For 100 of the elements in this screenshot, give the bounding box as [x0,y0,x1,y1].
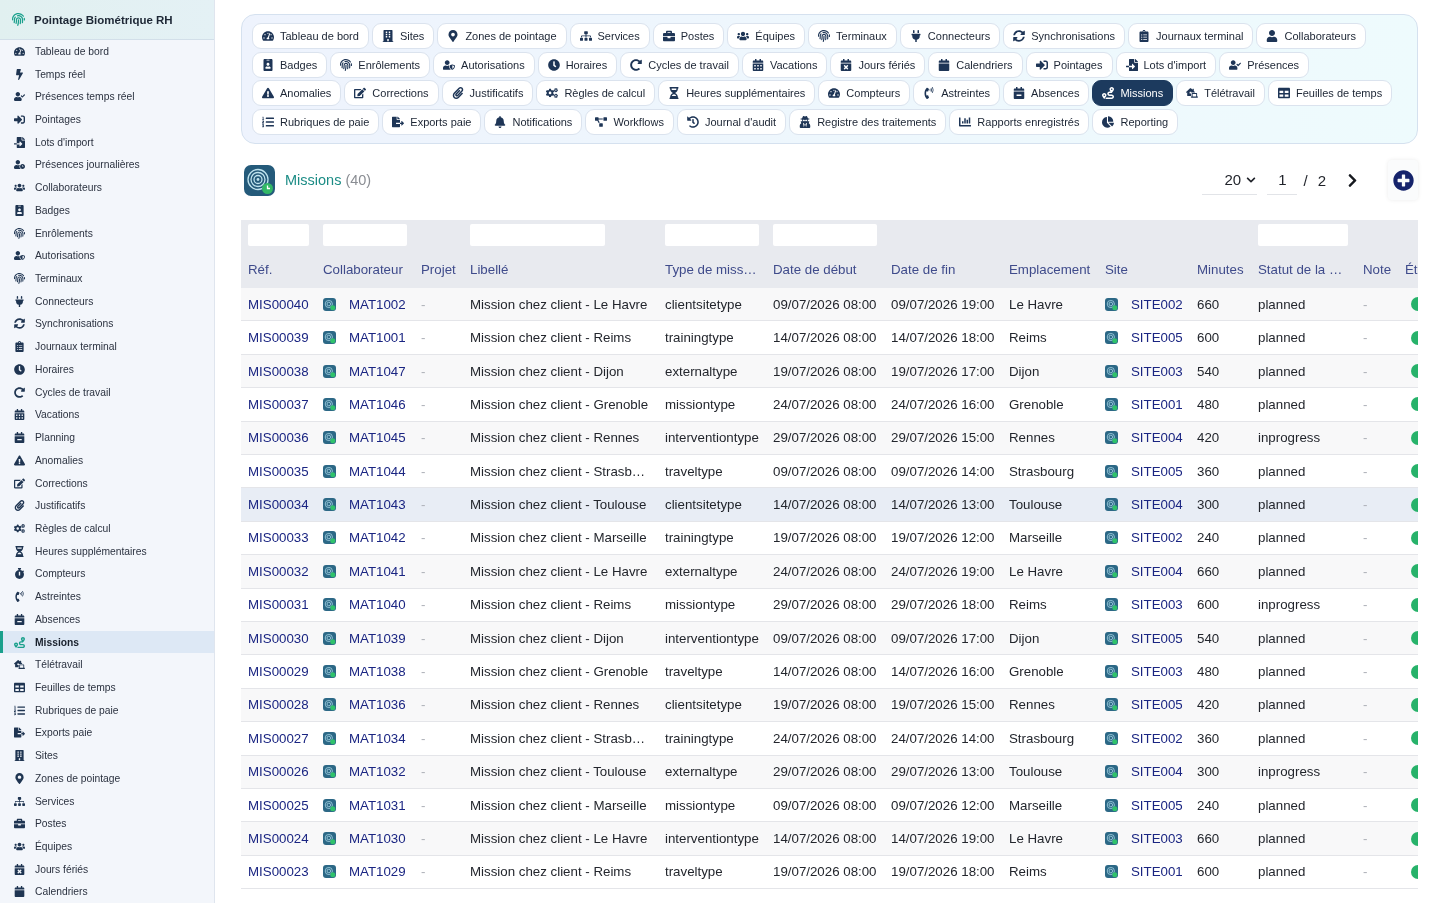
table-row[interactable]: MIS00024 MAT1030 - Mission chez client - Le Havre interventiontype 14/07/2026 08:00 14/07/2026 19:00 Le Havre SITE003 660 planned - [241,822,1418,856]
mission-link[interactable]: MIS00026 [248,764,309,780]
site-link[interactable]: SITE002 [1131,530,1183,546]
collaborator-link[interactable]: MAT1032 [349,764,406,780]
add-button[interactable] [1388,160,1418,201]
module-tab[interactable]: Calendriers [928,51,1023,78]
collaborator-link[interactable]: MAT1036 [349,697,406,713]
module-tab[interactable]: Journaux terminal [1128,23,1254,49]
mission-link[interactable]: MIS00031 [248,597,309,613]
site-link[interactable]: SITE003 [1131,831,1183,846]
collaborator-link[interactable]: MAT1046 [349,396,406,412]
sidebar-item[interactable]: Rubriques de paie [0,698,214,722]
sidebar-item[interactable]: Justificatifs [0,494,214,518]
module-tab[interactable]: Collaborateurs [1256,23,1366,49]
mission-link[interactable]: MIS00023 [248,864,309,880]
module-tab[interactable]: Terminaux [808,23,897,49]
mission-link[interactable]: MIS00028 [248,697,309,713]
sidebar-item[interactable]: Connecteurs [0,289,214,313]
module-tab[interactable]: Connecteurs [899,23,1001,49]
sidebar-item[interactable]: Équipes [0,835,214,858]
column-header[interactable]: Type de miss… [665,262,766,278]
column-header[interactable]: Libellé [470,262,658,278]
module-tab[interactable]: Anomalies [252,80,342,107]
sidebar-item[interactable]: Télétravail [0,653,214,677]
collaborator-link[interactable]: MAT1029 [349,864,406,880]
module-tab[interactable]: Zones de pointage [437,23,567,49]
collaborator-link[interactable]: MAT1030 [349,831,406,846]
column-header[interactable]: Ét [1405,262,1418,278]
sidebar-item[interactable]: Badges [0,199,214,222]
sidebar-item[interactable]: Règles de calcul [0,517,214,540]
sidebar-item[interactable]: Temps réel [0,62,214,86]
column-header[interactable]: Site [1105,262,1190,278]
module-tab[interactable]: Justificatifs [441,80,534,107]
table-row[interactable]: MIS00034 MAT1043 - Mission chez client - Toulouse clientsitetype 14/07/2026 08:00 14/07/2026 13:00 Toulouse SITE004 300 planned - [241,488,1418,522]
module-tab[interactable]: Lots d'import [1115,51,1217,78]
column-header[interactable]: Collaborateur [323,262,414,278]
collaborator-link[interactable]: MAT1034 [349,730,406,746]
collaborator-link[interactable]: MAT1045 [349,430,406,446]
mission-link[interactable]: MIS00027 [248,730,309,746]
column-header[interactable]: Note [1363,262,1398,278]
sidebar-item[interactable]: Astreintes [0,585,214,608]
sidebar-item[interactable]: Présences journalières [0,153,214,177]
module-tab[interactable]: Enrôlements [330,51,431,78]
column-header[interactable]: Minutes [1197,262,1251,278]
table-row[interactable]: MIS00032 MAT1041 - Mission chez client - Le Havre externaltype 24/07/2026 08:00 24/07/2026 19:00 Le Havre SITE004 660 planned - [241,555,1418,589]
sidebar-item[interactable]: Services [0,789,214,813]
module-tab[interactable]: Badges [252,51,328,78]
mission-link[interactable]: MIS00024 [248,831,309,846]
sidebar-item[interactable]: Horaires [0,358,214,381]
sidebar-item[interactable]: Anomalies [0,448,214,472]
table-row[interactable]: MIS00038 MAT1047 - Mission chez client - Dijon externaltype 19/07/2026 08:00 19/07/2026 17:00 Dijon SITE003 540 planned - [241,354,1418,389]
mission-link[interactable]: MIS00035 [248,463,309,479]
column-header[interactable]: Date de fin [891,262,1002,278]
sidebar-item[interactable]: Tableau de bord [0,40,214,63]
collaborator-link[interactable]: MAT1002 [349,296,406,312]
module-tab[interactable]: Notifications [484,109,583,136]
site-link[interactable]: SITE002 [1131,730,1183,746]
page-number-field[interactable]: 1 [1267,165,1298,196]
collaborator-link[interactable]: MAT1038 [349,664,406,680]
sidebar-item[interactable]: Postes [0,812,214,836]
module-tab[interactable]: Vacations [741,51,828,78]
sidebar-item[interactable]: Calendriers [0,880,214,903]
page-size-select[interactable]: 20 [1202,165,1258,196]
sidebar-item[interactable]: Vacations [0,403,214,427]
sidebar-item[interactable]: Autorisations [0,244,214,268]
module-tab[interactable]: Corrections [344,80,439,107]
site-link[interactable]: SITE002 [1131,296,1183,312]
module-tab[interactable]: Journal d'audit [676,109,787,136]
site-link[interactable]: SITE005 [1131,797,1183,813]
mission-link[interactable]: MIS00029 [248,664,309,680]
mission-link[interactable]: MIS00038 [248,363,309,379]
module-tab[interactable]: Reporting [1092,109,1179,136]
module-tab[interactable]: Synchronisations [1003,23,1125,49]
module-tab[interactable]: Postes [652,23,725,49]
site-link[interactable]: SITE005 [1131,330,1183,346]
sidebar-item[interactable]: Cycles de travail [0,380,214,404]
table-row[interactable]: MIS00036 MAT1045 - Mission chez client - Rennes interventiontype 29/07/2026 08:00 29/07/2026 15:00 Rennes SITE004 420 inprogress - [241,421,1418,455]
sidebar-item[interactable]: Exports paie [0,721,214,745]
module-tab[interactable]: Services [569,23,650,49]
mission-link[interactable]: MIS00033 [248,530,309,546]
module-tab[interactable]: Tableau de bord [252,23,369,49]
sidebar-item[interactable]: Heures supplémentaires [0,539,214,563]
sidebar-item[interactable]: Corrections [0,471,214,495]
site-link[interactable]: SITE005 [1131,630,1183,646]
sidebar-item[interactable]: Enrôlements [0,221,214,245]
module-tab[interactable]: Jours fériés [830,51,926,78]
collaborator-link[interactable]: MAT1043 [349,497,406,513]
mission-link[interactable]: MIS00037 [248,396,309,412]
collaborator-link[interactable]: MAT1040 [349,597,406,613]
module-tab[interactable]: Registre des traitements [789,109,947,136]
module-tab[interactable]: Présences [1219,51,1310,78]
module-tab[interactable]: Règles de calcul [536,80,656,107]
module-tab[interactable]: Heures supplémentaires [658,80,816,107]
sidebar-item[interactable]: Compteurs [0,562,214,586]
sidebar-item[interactable]: Absences [0,607,214,631]
module-tab[interactable]: Feuilles de temps [1267,80,1393,107]
module-tab[interactable]: Équipes [727,23,806,49]
module-tab[interactable]: Horaires [537,51,618,78]
collaborator-link[interactable]: MAT1001 [349,330,406,346]
sidebar-item[interactable]: Collaborateurs [0,176,214,200]
